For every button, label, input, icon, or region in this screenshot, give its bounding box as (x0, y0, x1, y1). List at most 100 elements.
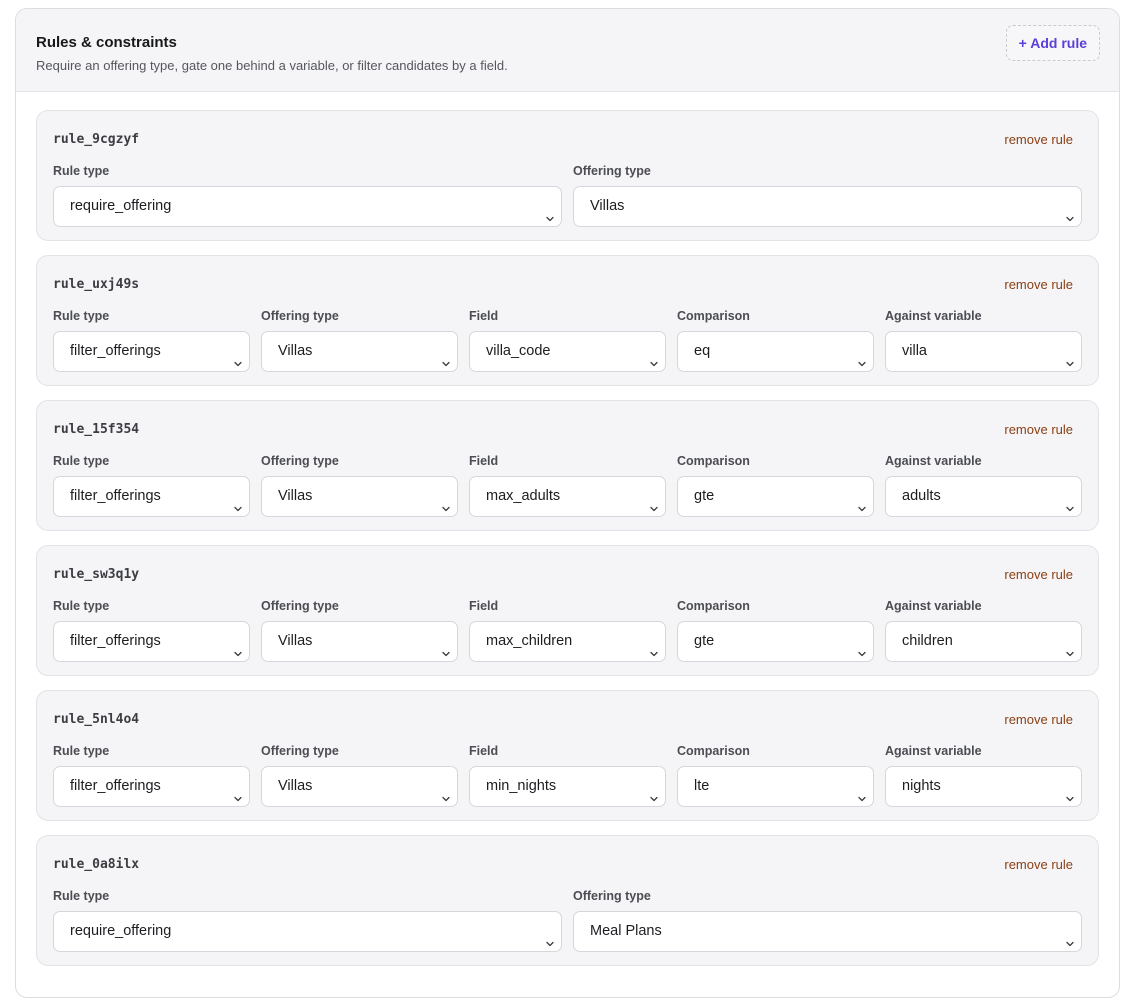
field-label: Comparison (677, 599, 750, 613)
panel-header: Rules & constraints Require an offering … (16, 9, 1119, 92)
offering-type-select[interactable]: Villas (261, 621, 458, 662)
field-label: Field (469, 454, 499, 468)
select-value: max_adults (486, 488, 561, 504)
field-label: Rule type (53, 889, 110, 903)
field-offering-type: Offering type Villas (573, 164, 1082, 227)
rules-list: rule_9cgzyf remove rule Rule type require_o… (16, 92, 1119, 966)
chevron-down-icon (1065, 491, 1075, 512)
rule-type-select[interactable]: filter_offerings (53, 476, 250, 517)
field-select[interactable]: villa_code (469, 331, 666, 372)
field-label: Against variable (885, 309, 982, 323)
remove-rule-button[interactable]: remove rule (1004, 277, 1073, 292)
chevron-down-icon (1065, 346, 1075, 367)
field-rule-type: Rule type filter_offerings (53, 599, 250, 662)
offering-type-select[interactable]: Meal Plans (573, 911, 1082, 952)
field-select[interactable]: max_adults (469, 476, 666, 517)
offering-type-select[interactable]: Villas (261, 766, 458, 807)
remove-rule-button[interactable]: remove rule (1004, 567, 1073, 582)
field-label: Offering type (573, 889, 651, 903)
field-label: Field (469, 309, 499, 323)
remove-rule-button[interactable]: remove rule (1004, 712, 1073, 727)
select-value: require_offering (70, 923, 172, 939)
field-field: Field max_children (469, 599, 666, 662)
rule-card: rule_9cgzyf remove rule Rule type require_o… (36, 110, 1099, 241)
rule-header: rule_uxj49s remove rule (53, 275, 1082, 293)
field-against-variable: Against variable adults (885, 454, 1082, 517)
select-value: filter_offerings (70, 633, 161, 649)
rule-id: rule_0a8ilx (53, 856, 140, 872)
rule-header: rule_sw3q1y remove rule (53, 565, 1082, 583)
chevron-down-icon (649, 781, 659, 802)
rule-id: rule_5nl4o4 (53, 711, 140, 727)
select-value: filter_offerings (70, 778, 161, 794)
select-value: filter_offerings (70, 488, 161, 504)
field-label: Rule type (53, 599, 110, 613)
rule-type-select[interactable]: filter_offerings (53, 766, 250, 807)
select-value: children (902, 633, 953, 649)
chevron-down-icon (857, 636, 867, 657)
select-value: filter_offerings (70, 343, 161, 359)
field-comparison: Comparison lte (677, 744, 874, 807)
select-value: villa_code (486, 343, 551, 359)
field-select[interactable]: min_nights (469, 766, 666, 807)
chevron-down-icon (441, 636, 451, 657)
field-rule-type: Rule type filter_offerings (53, 454, 250, 517)
remove-rule-button[interactable]: remove rule (1004, 422, 1073, 437)
offering-type-select[interactable]: Villas (261, 476, 458, 517)
against-variable-select[interactable]: villa (885, 331, 1082, 372)
comparison-select[interactable]: eq (677, 331, 874, 372)
against-variable-select[interactable]: nights (885, 766, 1082, 807)
field-label: Against variable (885, 599, 982, 613)
rule-fields: Rule type require_offering Offering type Vi… (53, 164, 1082, 227)
field-select[interactable]: max_children (469, 621, 666, 662)
select-value: adults (902, 488, 941, 504)
select-value: Villas (590, 198, 625, 214)
field-label: Comparison (677, 309, 750, 323)
select-value: Meal Plans (590, 923, 662, 939)
field-offering-type: Offering type Villas (261, 309, 458, 372)
rule-id: rule_uxj49s (53, 276, 140, 292)
rule-type-select[interactable]: require_offering (53, 186, 562, 227)
chevron-down-icon (857, 491, 867, 512)
field-comparison: Comparison gte (677, 599, 874, 662)
against-variable-select[interactable]: adults (885, 476, 1082, 517)
select-value: max_children (486, 633, 573, 649)
select-value: eq (694, 343, 711, 359)
rule-type-select[interactable]: require_offering (53, 911, 562, 952)
chevron-down-icon (1065, 636, 1075, 657)
field-label: Offering type (261, 454, 339, 468)
comparison-select[interactable]: gte (677, 476, 874, 517)
panel-title: Rules & constraints (36, 34, 177, 51)
rule-type-select[interactable]: filter_offerings (53, 331, 250, 372)
field-offering-type: Offering type Meal Plans (573, 889, 1082, 952)
select-value: Villas (278, 633, 313, 649)
chevron-down-icon (233, 781, 243, 802)
offering-type-select[interactable]: Villas (573, 186, 1082, 227)
remove-rule-button[interactable]: remove rule (1004, 132, 1073, 147)
field-rule-type: Rule type require_offering (53, 164, 562, 227)
field-label: Rule type (53, 309, 110, 323)
select-value: villa (902, 343, 927, 359)
rule-header: rule_5nl4o4 remove rule (53, 710, 1082, 728)
select-value: Villas (278, 778, 313, 794)
select-value: min_nights (486, 778, 557, 794)
field-against-variable: Against variable children (885, 599, 1082, 662)
rule-type-select[interactable]: filter_offerings (53, 621, 250, 662)
rule-card: rule_0a8ilx remove rule Rule type require_o… (36, 835, 1099, 966)
rule-fields: Rule type filter_offerings Offering type Vi… (53, 599, 1082, 662)
field-label: Offering type (573, 164, 651, 178)
field-against-variable: Against variable villa (885, 309, 1082, 372)
remove-rule-button[interactable]: remove rule (1004, 857, 1073, 872)
against-variable-select[interactable]: children (885, 621, 1082, 662)
chevron-down-icon (1065, 781, 1075, 802)
select-value: require_offering (70, 198, 172, 214)
rule-header: rule_9cgzyf remove rule (53, 130, 1082, 148)
chevron-down-icon (649, 346, 659, 367)
comparison-select[interactable]: gte (677, 621, 874, 662)
comparison-select[interactable]: lte (677, 766, 874, 807)
offering-type-select[interactable]: Villas (261, 331, 458, 372)
field-label: Field (469, 599, 499, 613)
rule-id: rule_15f354 (53, 421, 140, 437)
field-comparison: Comparison gte (677, 454, 874, 517)
add-rule-button[interactable]: + Add rule (1005, 25, 1100, 61)
